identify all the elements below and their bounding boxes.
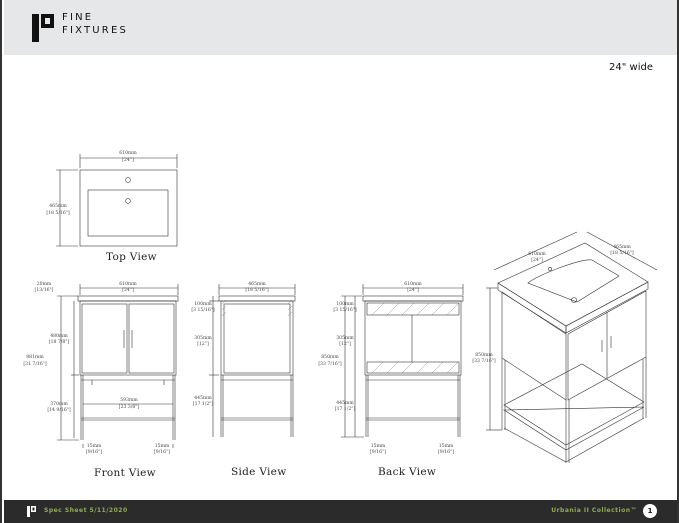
back-width-mm: 610mm (404, 281, 422, 287)
side-width-in: [18 5/16"] (245, 287, 269, 293)
side-view-label: Side View (231, 466, 287, 478)
front-right-offset-in: [9/16"] (154, 449, 170, 455)
spec-sheet-page: FINE FIXTURES 24" wide 610mm [24"] 465mm… (0, 0, 679, 523)
side-c-mm: 445mm (194, 395, 212, 401)
front-height-in: [31 7/16"] (23, 361, 47, 367)
iso-height-in: [33 7/16"] (472, 358, 496, 364)
side-view-drawing (209, 284, 296, 437)
back-c-in: [17 1/2"] (335, 406, 356, 412)
top-width-in: [24"] (122, 157, 134, 163)
back-view-label: Back View (378, 466, 437, 478)
front-left-offset-in: [9/16"] (86, 449, 102, 455)
front-shelf-in: [23 3/8"] (119, 404, 140, 410)
spec-sheet-date: Spec Sheet 5/11/2020 (44, 507, 128, 514)
front-width-mm: 610mm (119, 281, 137, 287)
front-shelf-mm: 593mm (120, 397, 138, 403)
collection-name: Urbania II Collection™ (551, 507, 637, 514)
iso-depth-in: [18 5/16"] (610, 250, 634, 256)
side-b-mm: 305mm (194, 335, 212, 341)
footer-bar: Spec Sheet 5/11/2020 Urbania II Collecti… (4, 500, 677, 523)
back-b-mm: 305mm (336, 335, 354, 341)
front-door-mm: 480mm (50, 333, 68, 339)
top-view-label: Top View (106, 251, 157, 263)
back-right-offset-mm: 15mm (439, 443, 454, 449)
technical-drawings: 610mm [24"] 465mm [18 5/16"] 610mm [24"]… (23, 150, 658, 463)
back-left-offset-in: [9/16"] (370, 449, 386, 455)
back-left-offset-mm: 15mm (371, 443, 386, 449)
top-depth-in: [18 5/16"] (46, 210, 70, 216)
top-depth-mm: 465mm (49, 203, 67, 209)
front-leg-in: [14 9/16"] (47, 407, 71, 413)
page-number: 1 (643, 504, 657, 518)
back-view-drawing (341, 284, 464, 438)
front-door-in: [18 7/8"] (49, 339, 70, 345)
side-b-in: [12"] (197, 341, 209, 347)
front-view-label: Front View (94, 467, 156, 479)
front-left-offset-mm: 15mm (87, 443, 102, 449)
iso-width-mm: 610mm (528, 251, 546, 257)
side-c-in: [17 1/2"] (193, 401, 214, 407)
front-right-offset-mm: 15mm (155, 443, 170, 449)
iso-height-mm: 850mm (475, 352, 493, 358)
iso-depth-mm: 465mm (613, 244, 631, 250)
side-a-mm: 100mm (194, 301, 212, 307)
front-leg-mm: 370mm (50, 401, 68, 407)
back-a-in: [3 15/16"] (333, 307, 357, 313)
back-width-in: [24"] (407, 287, 419, 293)
front-height-mm: 881mm (26, 354, 44, 360)
back-c-mm: 445mm (336, 400, 354, 406)
side-width-mm: 465mm (248, 281, 266, 287)
back-a-mm: 100mm (336, 301, 354, 307)
front-top-in: [13/16"] (35, 287, 54, 293)
front-top-mm: 20mm (37, 281, 52, 287)
side-a-in: [3 15/16"] (191, 307, 215, 313)
top-view-drawing (56, 154, 178, 247)
back-height-in: [33 7/16"] (318, 361, 342, 367)
top-width-mm: 610mm (119, 150, 137, 156)
back-height-mm: 850mm (321, 354, 339, 360)
iso-width-in: [24"] (531, 257, 543, 263)
isometric-view-drawing (486, 231, 658, 463)
front-view-drawing (57, 284, 179, 448)
back-right-offset-in: [9/16"] (438, 449, 454, 455)
front-width-in: [24"] (122, 287, 134, 293)
footer-logo-icon (27, 506, 36, 517)
back-b-in: [12"] (339, 341, 351, 347)
